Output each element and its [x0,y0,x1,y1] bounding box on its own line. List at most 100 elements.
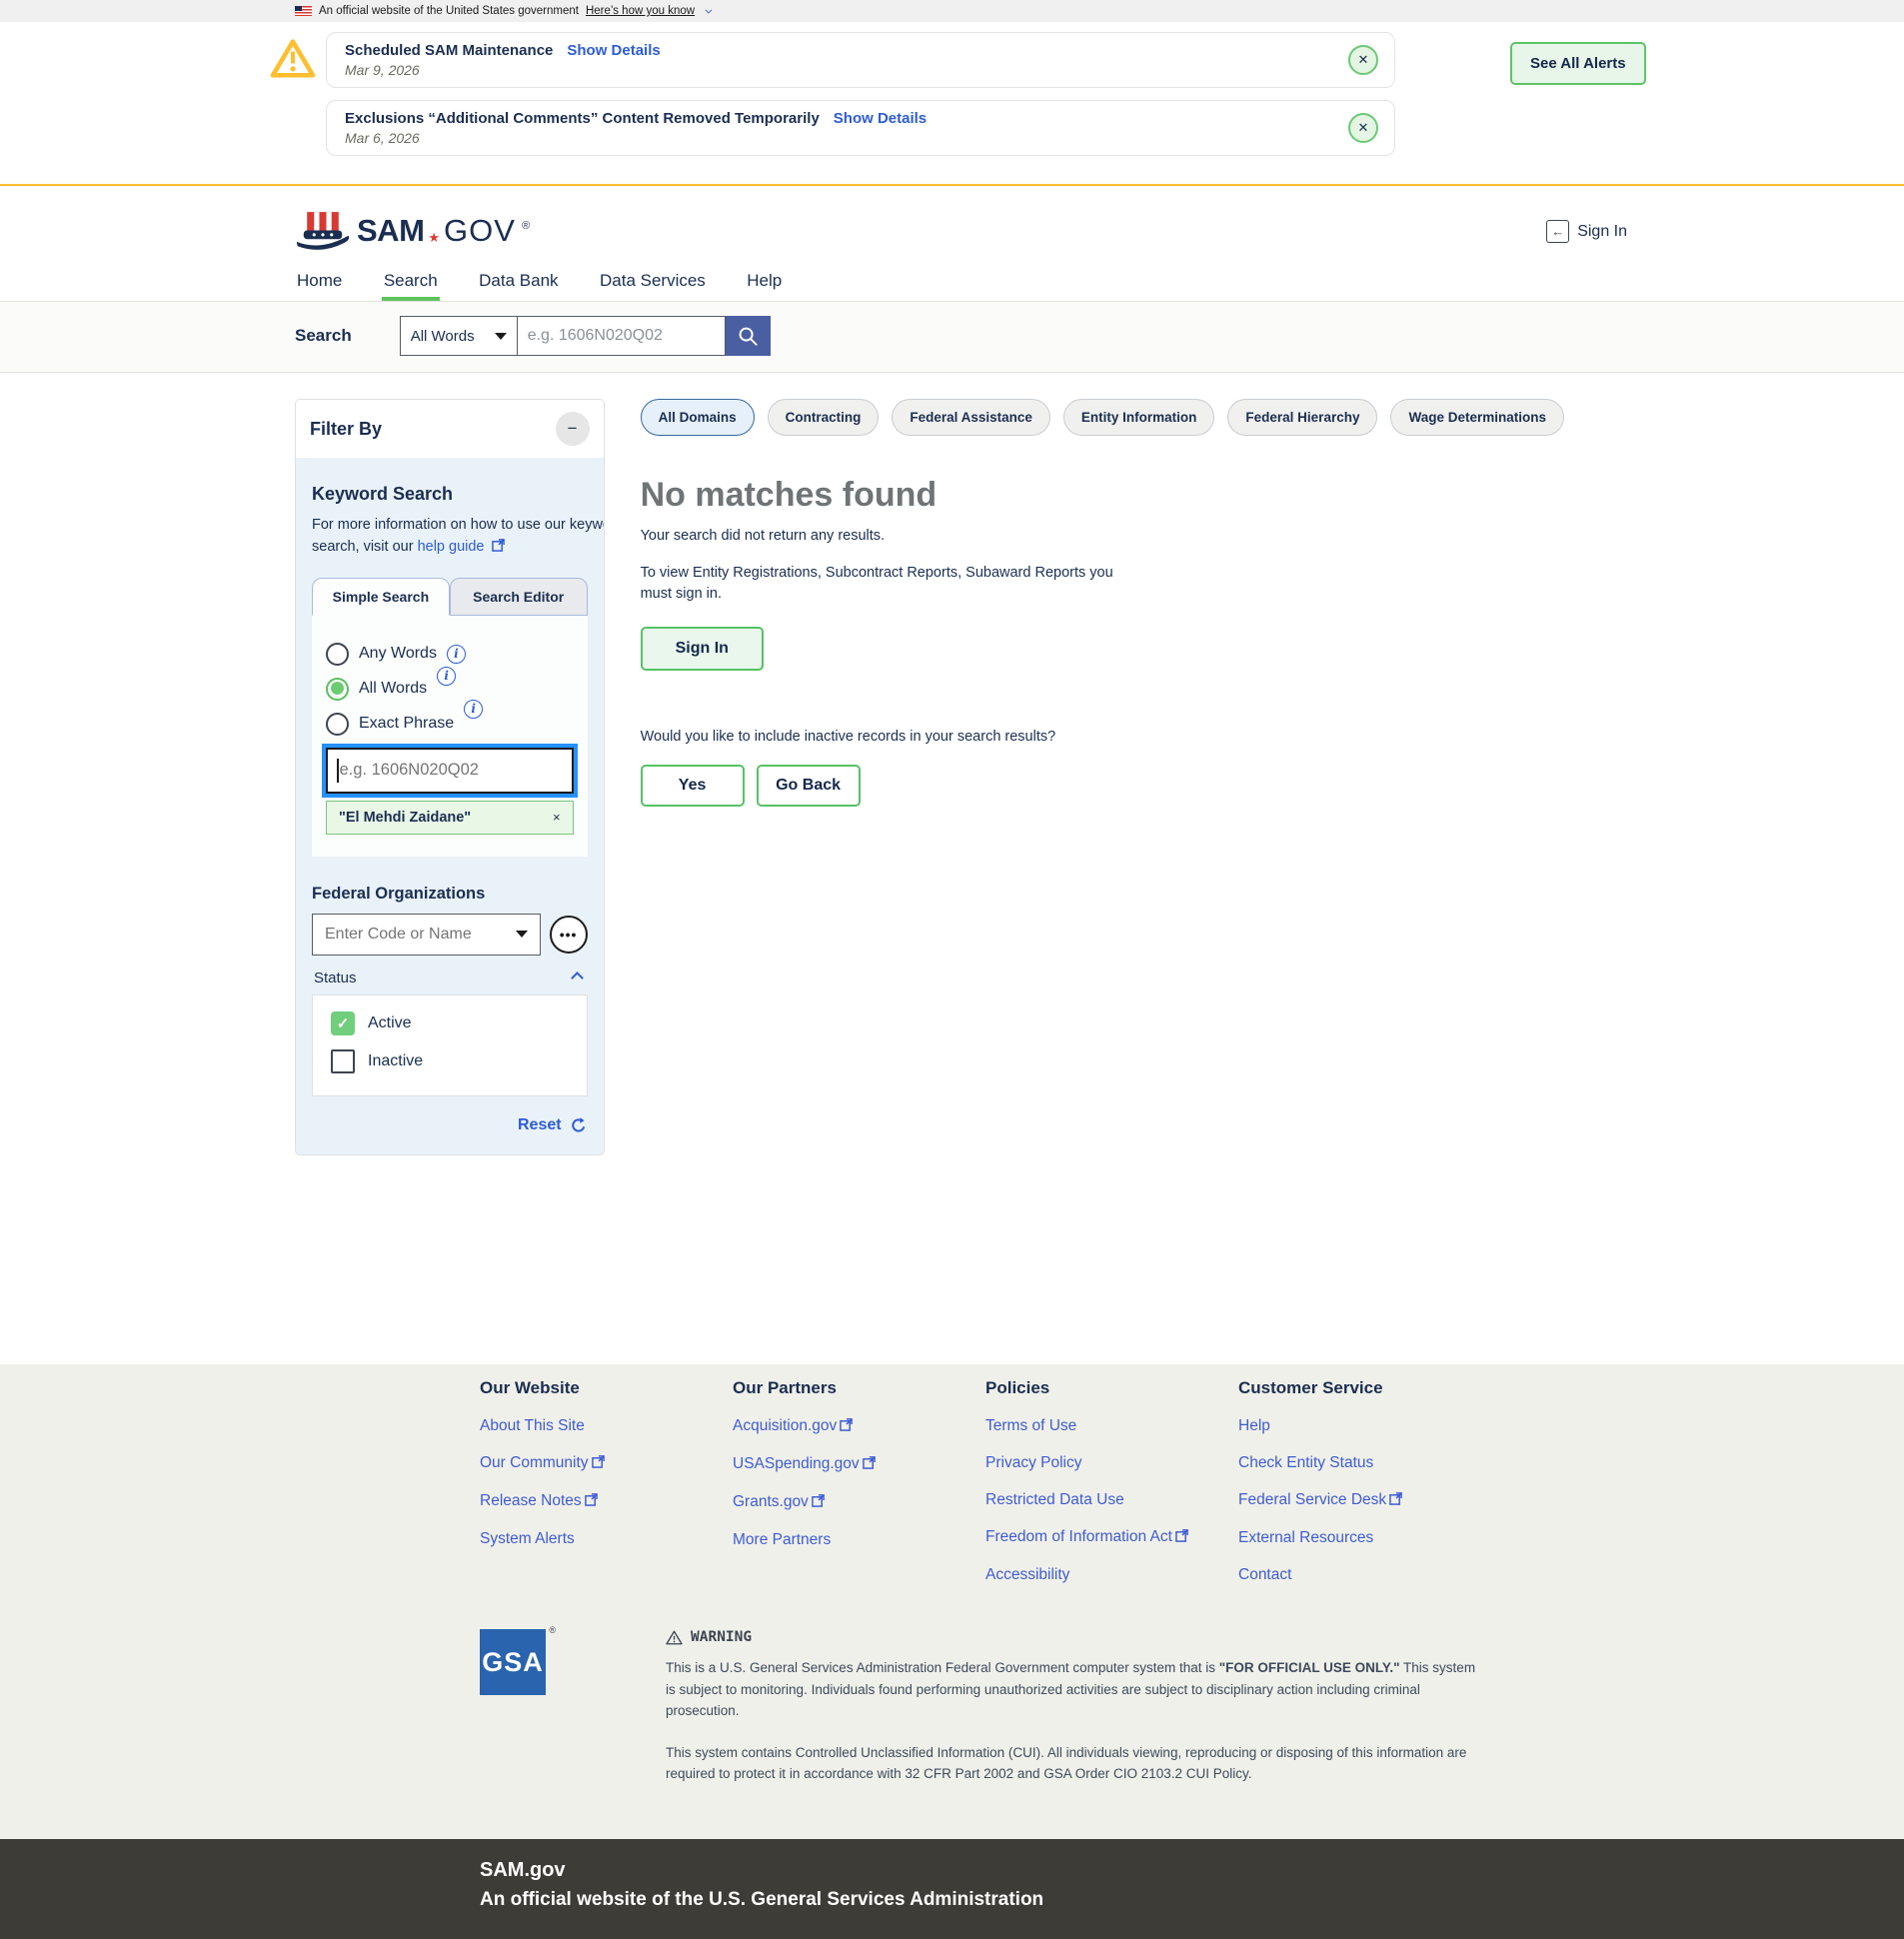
status-option-inactive: Inactive [331,1049,569,1073]
chevron-down-icon [705,6,712,13]
alert-date: Mar 6, 2026 [345,130,1334,146]
info-icon[interactable]: i [437,667,456,686]
chip-remove-icon[interactable]: × [553,810,561,825]
magnifier-icon [737,325,760,348]
alerts-section: Scheduled SAM Maintenance Show Details M… [0,22,1904,186]
logo-registered-mark: ® [522,220,530,232]
footer-link-external-resources[interactable]: External Resources [1238,1529,1491,1547]
footer-link-system-alerts[interactable]: System Alerts [480,1530,733,1548]
keyword-input[interactable]: e.g. 1606N020Q02 [326,748,574,794]
inactive-records-question: Would you like to include inactive recor… [641,729,1564,745]
footer-link-privacy-policy[interactable]: Privacy Policy [985,1454,1238,1472]
status-filter-box: ✓ Active Inactive [312,994,588,1096]
inactive-checkbox[interactable] [331,1049,355,1073]
federal-org-select[interactable]: Enter Code or Name [312,914,541,956]
nav-item-help[interactable]: Help [745,265,784,301]
tab-search-editor[interactable]: Search Editor [450,578,588,616]
all-words-label: All Words [359,680,427,698]
gsa-warning-section: GSA ® WARNING This is a U.S. General Ser… [480,1629,1904,1839]
exact-phrase-radio[interactable] [326,713,349,736]
gov-banner: An official website of the United States… [0,0,1904,22]
warning-title: WARNING [691,1629,752,1645]
show-details-link[interactable]: Show Details [567,42,660,59]
external-link-icon [840,1418,853,1436]
inactive-label: Inactive [368,1052,423,1070]
footer-link-usaspending-gov[interactable]: USASpending.gov [733,1455,985,1474]
radio-row-any-words: Any Words i [326,643,574,666]
tab-contracting[interactable]: Contracting [768,399,880,436]
all-words-radio[interactable] [326,678,349,701]
yes-button[interactable]: Yes [641,765,745,807]
search-band-label: Search [295,326,352,346]
footer-link-more-partners[interactable]: More Partners [733,1531,985,1549]
tab-entity-information[interactable]: Entity Information [1063,399,1215,436]
site-header: SAM★GOV® ← Sign In [0,186,1904,265]
tab-federal-assistance[interactable]: Federal Assistance [892,399,1050,436]
footer-column-title: Our Partners [733,1378,985,1398]
federal-organizations-heading: Federal Organizations [312,885,588,904]
info-icon[interactable]: i [464,700,483,719]
footer-link-grants-gov[interactable]: Grants.gov [733,1493,985,1512]
org-more-options-button[interactable]: ••• [550,916,588,954]
gsa-logo: GSA [480,1629,546,1695]
caret-down-icon [495,333,507,340]
search-button[interactable] [726,316,771,356]
footer-link-federal-service-desk[interactable]: Federal Service Desk [1238,1491,1491,1510]
alert-date: Mar 9, 2026 [345,62,1334,78]
alert-item: Exclusions “Additional Comments” Content… [326,100,1395,156]
reset-refresh-icon [570,1116,588,1134]
see-all-alerts-button[interactable]: See All Alerts [1510,42,1646,85]
reset-filters[interactable]: Reset [312,1116,588,1134]
logo-text-gov: GOV [444,213,516,249]
sam-gov-logo[interactable]: SAM★GOV® [295,210,1904,251]
nav-item-home[interactable]: Home [295,265,344,301]
global-search-input[interactable] [518,316,726,356]
sign-in-required-message: To view Entity Registrations, Subcontrac… [641,563,1145,605]
footer-link-check-entity-status[interactable]: Check Entity Status [1238,1454,1491,1472]
caret-down-icon [516,931,528,938]
footer-link-foia[interactable]: Freedom of Information Act [985,1528,1238,1547]
tab-simple-search[interactable]: Simple Search [312,578,450,616]
nav-item-data-services[interactable]: Data Services [598,265,708,301]
footer-link-about-this-site[interactable]: About This Site [480,1417,733,1435]
uncle-sam-hat-icon [295,210,351,251]
footer-link-terms-of-use[interactable]: Terms of Use [985,1417,1238,1435]
status-option-active: ✓ Active [331,1011,569,1035]
filter-panel-title: Filter By [310,419,382,440]
chevron-up-icon[interactable] [571,971,584,984]
tab-all-domains[interactable]: All Domains [641,399,755,436]
collapse-filter-button[interactable]: − [556,412,590,446]
active-checkbox[interactable]: ✓ [331,1011,355,1035]
alert-close-button[interactable]: ✕ [1348,45,1378,75]
tab-wage-determinations[interactable]: Wage Determinations [1390,399,1564,436]
nav-item-search[interactable]: Search [382,265,440,301]
help-guide-link[interactable]: help guide [418,539,485,555]
footer-link-accessibility[interactable]: Accessibility [985,1566,1238,1584]
keyword-search-heading: Keyword Search [312,484,588,505]
alert-list: Scheduled SAM Maintenance Show Details M… [326,32,1395,168]
footer-link-help[interactable]: Help [1238,1417,1491,1435]
any-words-radio[interactable] [326,643,349,666]
external-link-icon [585,1493,598,1511]
logo-star-icon: ★ [428,230,440,246]
go-back-button[interactable]: Go Back [757,765,861,807]
how-you-know-link[interactable]: Here’s how you know [586,5,695,17]
tab-federal-hierarchy[interactable]: Federal Hierarchy [1227,399,1377,436]
show-details-link[interactable]: Show Details [834,110,927,127]
header-sign-in-link[interactable]: ← Sign In [1546,220,1627,243]
search-mode-select[interactable]: All Words [400,316,518,356]
footer-link-release-notes[interactable]: Release Notes [480,1492,733,1511]
footer-link-our-community[interactable]: Our Community [480,1454,733,1473]
alert-close-button[interactable]: ✕ [1348,113,1378,143]
footer-link-contact[interactable]: Contact [1238,1566,1491,1584]
footer-link-restricted-data-use[interactable]: Restricted Data Use [985,1491,1238,1509]
sign-in-button[interactable]: Sign In [641,627,764,671]
footer-link-acquisition-gov[interactable]: Acquisition.gov [733,1417,985,1436]
info-icon[interactable]: i [447,645,466,664]
alert-item: Scheduled SAM Maintenance Show Details M… [326,32,1395,88]
nav-item-data-bank[interactable]: Data Bank [477,265,560,301]
footer-column-policies: Policies Terms of Use Privacy Policy Res… [985,1378,1238,1603]
federal-org-placeholder: Enter Code or Name [325,926,472,944]
us-flag-icon [295,6,312,16]
exact-phrase-label: Exact Phrase [359,715,454,733]
